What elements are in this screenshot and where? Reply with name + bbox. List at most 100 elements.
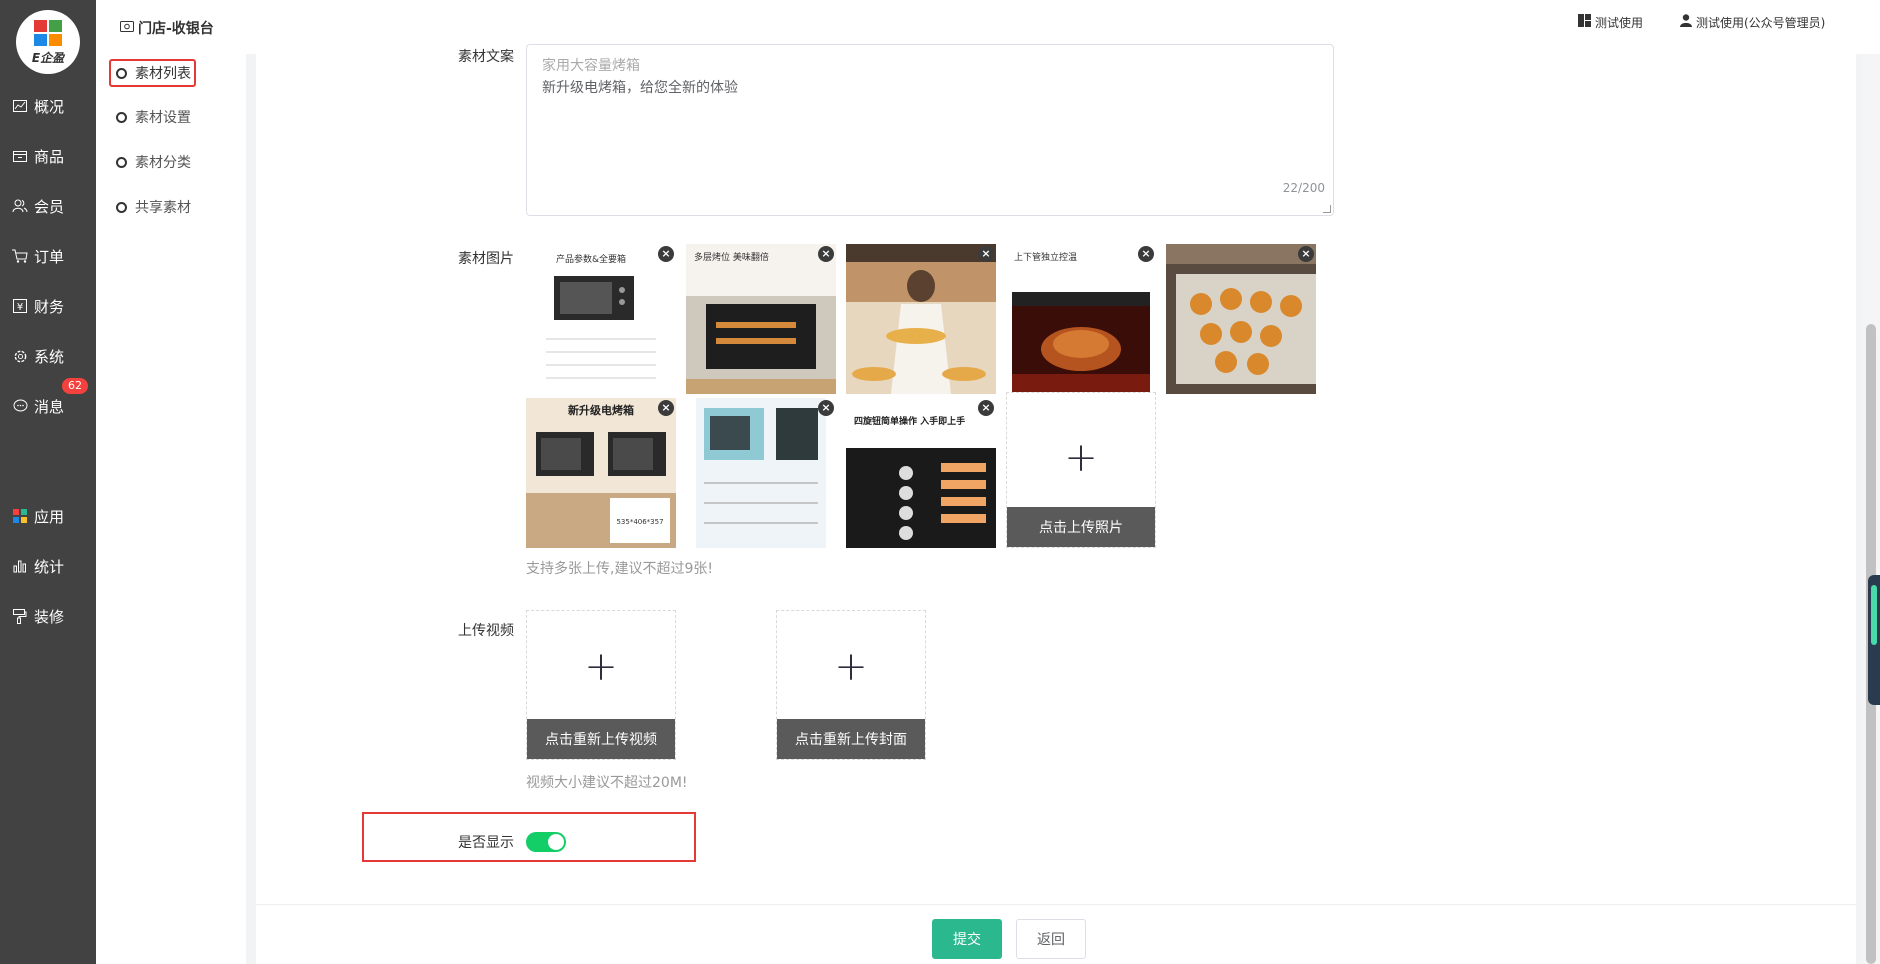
apps-icon [12, 508, 28, 524]
nav-item-goods[interactable]: 商品 [0, 136, 96, 176]
knob-control-image: 四旋钮简单操作 入手即上手 [846, 398, 996, 548]
material-image-2[interactable]: 多层烤位 美味翻倍 × [686, 244, 836, 394]
reupload-video-button[interactable]: 点击重新上传视频 [527, 719, 675, 759]
upload-video-box[interactable]: + 点击重新上传视频 [526, 610, 676, 760]
nav-item-stats[interactable]: 统计 [0, 546, 96, 586]
nav-label: 装修 [34, 607, 65, 626]
serving-tarts-image [846, 244, 996, 394]
copy-line-1: 家用大容量烤箱 [542, 58, 640, 74]
back-button[interactable]: 返回 [1016, 919, 1086, 959]
message-count-badge: 62 [62, 378, 88, 394]
plus-icon: + [834, 644, 868, 691]
subnav-item-material-list[interactable]: 素材列表 [116, 61, 191, 85]
logo-icon [32, 19, 64, 47]
nav-item-decoration[interactable]: 装修 [0, 596, 96, 636]
nav-label: 系统 [34, 347, 65, 366]
brand-logo[interactable]: E企盈 [16, 10, 80, 74]
upload-cover-box[interactable]: + 点击重新上传封面 [776, 610, 926, 760]
blue-oven-specs-image [686, 398, 836, 548]
radio-dot-icon [116, 156, 127, 168]
nav-item-finance[interactable]: ¥ 财务 [0, 286, 96, 326]
reupload-cover-button[interactable]: 点击重新上传封面 [777, 719, 925, 759]
nav-item-apps[interactable]: 应用 [0, 496, 96, 536]
oven-layers-image: 多层烤位 美味翻倍 [686, 244, 836, 394]
nav-label: 订单 [34, 247, 65, 266]
remove-image-button[interactable]: × [1138, 246, 1154, 262]
char-counter: 22/200 [1282, 181, 1325, 195]
nav-item-members[interactable]: 会员 [0, 186, 96, 226]
image-caption: 上下管独立控温 [1014, 251, 1077, 263]
account-switch[interactable]: 测试使用 [1578, 14, 1643, 31]
toggle-knob [548, 834, 564, 850]
plus-icon: + [584, 644, 618, 691]
resize-handle[interactable] [1323, 205, 1331, 213]
remove-image-button[interactable]: × [978, 400, 994, 416]
remove-image-button[interactable]: × [818, 246, 834, 262]
remove-image-button[interactable]: × [1298, 246, 1314, 262]
store-switcher[interactable]: 门店-收银台 [120, 18, 214, 38]
remove-image-button[interactable]: × [818, 400, 834, 416]
nav-item-overview[interactable]: 概况 [0, 86, 96, 126]
floating-side-widget[interactable] [1868, 575, 1880, 705]
nav-item-orders[interactable]: 订单 [0, 236, 96, 276]
main-sidebar: E企盈 概况 商品 会员 订单 ¥ 财务 系统 消息 62 应用 统计 装修 [0, 0, 96, 964]
form-footer: 提交 返回 [256, 904, 1856, 964]
radio-dot-icon [116, 201, 127, 213]
remove-image-button[interactable]: × [978, 246, 994, 262]
copy-label: 素材文案 [458, 49, 514, 65]
upload-photo-box[interactable]: + 点击上传照片 [1006, 392, 1156, 548]
material-image-4[interactable]: 上下管独立控温 × [1006, 244, 1156, 394]
account-name: 测试使用 [1595, 16, 1644, 30]
nav-label: 统计 [34, 557, 65, 576]
subnav-item-material-settings[interactable]: 素材设置 [116, 105, 191, 129]
radio-dot-icon [116, 111, 127, 123]
video-label: 上传视频 [458, 623, 514, 639]
video-hint: 视频大小建议不超过20M! [526, 775, 688, 791]
user-icon [1680, 14, 1692, 31]
box-icon [12, 148, 28, 164]
subnav-label: 素材列表 [135, 66, 191, 82]
image-caption: 多层烤位 美味翻倍 [694, 251, 769, 263]
grid-icon [1578, 14, 1591, 31]
user-menu[interactable]: 测试使用(公众号管理员) [1680, 14, 1825, 31]
page-scrollbar[interactable] [1862, 54, 1880, 964]
material-image-7[interactable]: × [686, 398, 836, 548]
subnav-label: 素材分类 [135, 155, 191, 171]
image-caption: 新升级电烤箱 [568, 403, 634, 417]
oven-spec-image: 产品参数&全要箱 [526, 244, 676, 394]
submit-button[interactable]: 提交 [932, 919, 1002, 959]
store-name: 门店-收银台 [138, 21, 214, 37]
nav-item-system[interactable]: 系统 [0, 336, 96, 376]
user-name: 测试使用(公众号管理员) [1696, 16, 1826, 30]
material-form: 素材文案 家用大容量烤箱 新升级电烤箱，给您全新的体验 22/200 素材图片 … [256, 44, 1856, 964]
subnav-label: 素材设置 [135, 110, 191, 126]
subnav-item-shared-material[interactable]: 共享素材 [116, 195, 191, 219]
images-label: 素材图片 [458, 251, 514, 267]
cart-icon [12, 248, 28, 264]
material-subnav: 素材列表 素材设置 素材分类 共享素材 [96, 54, 246, 964]
material-image-3[interactable]: × [846, 244, 996, 394]
image-caption: 四旋钮简单操作 入手即上手 [854, 415, 965, 427]
finance-icon: ¥ [12, 298, 28, 314]
nav-label: 消息 [34, 397, 65, 416]
material-image-5[interactable]: × [1166, 244, 1316, 394]
material-image-6[interactable]: 新升级电烤箱 535*406*357 × [526, 398, 676, 548]
nav-item-messages[interactable]: 消息 62 [0, 378, 96, 426]
images-hint: 支持多张上传,建议不超过9张! [526, 561, 713, 577]
nav-label: 概况 [34, 97, 65, 116]
copy-line-2: 新升级电烤箱，给您全新的体验 [542, 80, 738, 96]
copy-textarea[interactable]: 家用大容量烤箱 新升级电烤箱，给您全新的体验 22/200 [526, 44, 1334, 216]
material-image-8[interactable]: 四旋钮简单操作 入手即上手 × [846, 398, 996, 548]
nav-label: 商品 [34, 147, 65, 166]
remove-image-button[interactable]: × [658, 246, 674, 262]
image-caption: 产品参数&全要箱 [556, 253, 626, 265]
material-image-1[interactable]: 产品参数&全要箱 × [526, 244, 676, 394]
show-toggle-switch[interactable] [526, 832, 566, 852]
chart-line-icon [12, 98, 28, 114]
remove-image-button[interactable]: × [658, 400, 674, 416]
subnav-item-material-category[interactable]: 素材分类 [116, 150, 191, 174]
upload-photo-button[interactable]: 点击上传照片 [1007, 507, 1155, 547]
svg-text:¥: ¥ [17, 302, 23, 313]
cash-register-icon [120, 21, 134, 35]
plus-icon: + [1064, 434, 1098, 481]
